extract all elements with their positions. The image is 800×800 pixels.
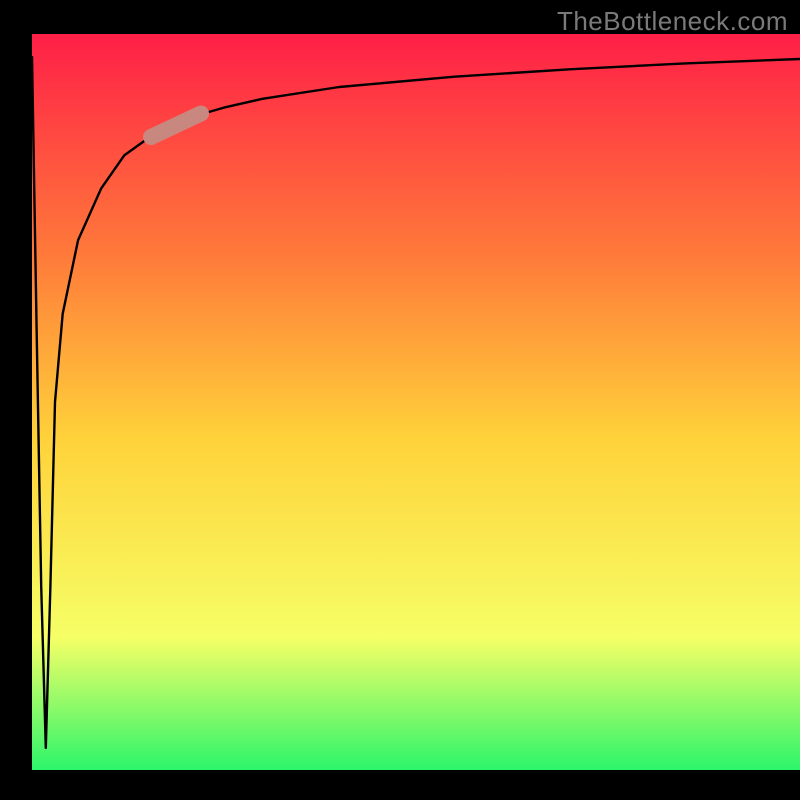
chart-frame: TheBottleneck.com [0, 0, 800, 800]
watermark-text: TheBottleneck.com [557, 6, 788, 37]
chart-svg [0, 0, 800, 800]
plot-background [32, 34, 800, 770]
